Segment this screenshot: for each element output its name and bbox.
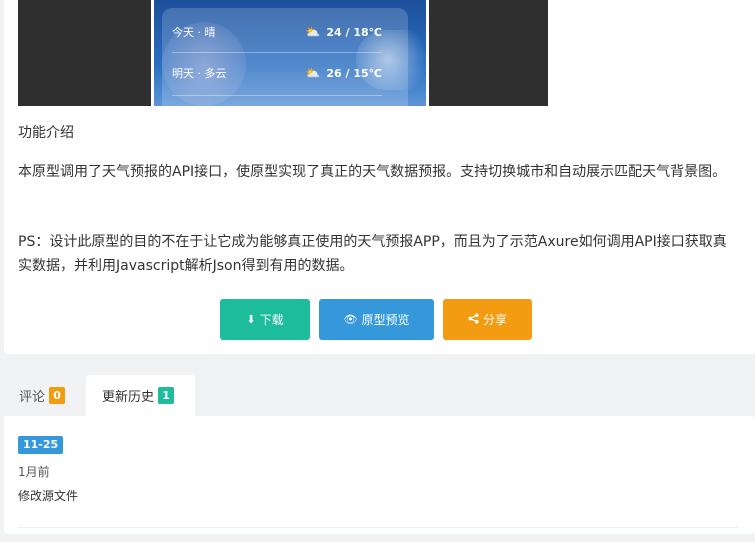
forecast-temp: 26 / 15℃ (326, 66, 382, 80)
partly-cloudy-icon: ⛅ (305, 25, 321, 39)
comments-count-badge: 0 (49, 387, 66, 404)
history-count-badge: 1 (158, 387, 175, 404)
tab-update-history[interactable]: 更新历史 1 (86, 375, 195, 416)
description-paragraph: 本原型调用了天气预报的API接口，使原型实现了真正的天气数据预报。支持切换城市和… (18, 164, 727, 180)
section-title: 功能介绍 (18, 125, 74, 141)
prototype-screenshot: 今天 · 晴 ⛅ 24 / 18℃ 明天 · 多云 ⛅ 26 / 15℃ (18, 0, 548, 106)
preview-label: 原型预览 (361, 313, 410, 327)
forecast-day: 今天 · 晴 (172, 26, 216, 39)
forecast-divider (172, 95, 382, 96)
weather-app-screen: 今天 · 晴 ⛅ 24 / 18℃ 明天 · 多云 ⛅ 26 / 15℃ (154, 0, 426, 106)
partly-cloudy-icon: ⛅ (305, 66, 321, 80)
eye-icon: 👁 (343, 313, 358, 326)
history-divider (18, 527, 738, 528)
forecast-day: 明天 · 多云 (172, 67, 227, 80)
forecast-row-today: 今天 · 晴 ⛅ 24 / 18℃ (172, 12, 382, 52)
history-panel (4, 416, 755, 534)
share-label: 分享 (482, 313, 507, 327)
history-date-badge: 11-25 (18, 436, 64, 454)
ps-paragraph: PS：设计此原型的目的不在于让它成为能够真正使用的天气预报APP，而且为了示范A… (18, 234, 727, 274)
tab-history-label: 更新历史 (102, 390, 155, 405)
history-note: 修改源文件 (18, 489, 79, 503)
download-button[interactable]: ⬇ 下载 (220, 299, 310, 340)
share-button[interactable]: 分享 (443, 299, 532, 340)
share-icon (468, 312, 479, 327)
history-time-ago: 1月前 (18, 465, 50, 479)
download-icon: ⬇ (246, 313, 256, 326)
download-label: 下载 (259, 313, 284, 327)
tab-comments-label: 评论 (19, 390, 46, 405)
tab-comments[interactable]: 评论 0 (4, 375, 84, 416)
forecast-row-tomorrow: 明天 · 多云 ⛅ 26 / 15℃ (172, 53, 382, 93)
forecast-temp: 24 / 18℃ (326, 25, 382, 39)
preview-button[interactable]: 👁 原型预览 (319, 299, 434, 340)
